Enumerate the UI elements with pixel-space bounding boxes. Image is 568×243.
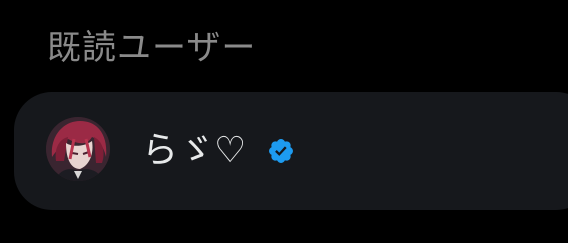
- verified-badge-icon: [267, 137, 295, 165]
- user-avatar[interactable]: [46, 117, 110, 181]
- read-user-row[interactable]: らゞ♡: [14, 92, 568, 210]
- avatar-image: [46, 117, 110, 181]
- section-title: 既読ユーザー: [47, 28, 257, 68]
- user-display-name[interactable]: らゞ♡: [142, 126, 246, 176]
